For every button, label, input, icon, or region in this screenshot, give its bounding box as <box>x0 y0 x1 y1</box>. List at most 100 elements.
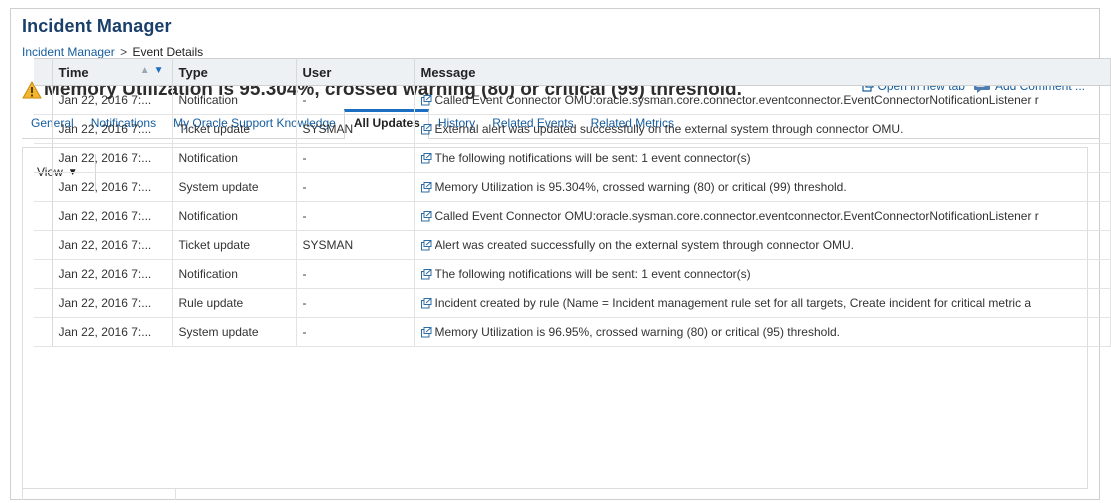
cell-user: - <box>296 85 415 115</box>
table-header-row: Time ▲ ▼ Type User Message <box>34 58 1111 86</box>
breadcrumb: Incident Manager > Event Details <box>22 45 203 59</box>
message-content: Memory Utilization is 95.304%, crossed w… <box>420 180 1110 194</box>
row-selector[interactable] <box>34 85 53 115</box>
sort-ascending-icon[interactable]: ▲ <box>140 65 150 76</box>
detail-link-icon[interactable] <box>420 326 432 338</box>
table-row[interactable]: Jan 22, 2016 7:... Notification - The follo… <box>34 259 1111 289</box>
cell-type: Notification <box>172 259 297 289</box>
cell-message: Called Event Connector OMU:oracle.sysman… <box>414 201 1111 231</box>
footer-divider <box>175 489 176 500</box>
cell-user: SYSMAN <box>296 114 415 144</box>
cell-user: - <box>296 288 415 318</box>
breadcrumb-separator: > <box>120 45 128 59</box>
detail-link-icon[interactable] <box>420 210 432 222</box>
cell-user: SYSMAN <box>296 230 415 260</box>
message-content: Called Event Connector OMU:oracle.sysman… <box>420 209 1110 223</box>
message-content: The following notifications will be sent… <box>420 267 1110 281</box>
cell-time: Jan 22, 2016 7:... <box>52 317 173 347</box>
row-selector[interactable] <box>34 172 53 202</box>
column-header-message[interactable]: Message <box>414 58 1111 86</box>
row-selector[interactable] <box>34 259 53 289</box>
cell-user: - <box>296 259 415 289</box>
message-text: Called Event Connector OMU:oracle.sysman… <box>434 209 1039 223</box>
sort-controls: ▲ ▼ <box>140 65 164 76</box>
message-text: Called Event Connector OMU:oracle.sysman… <box>434 93 1039 107</box>
table-row[interactable]: Jan 22, 2016 7:... Ticket update SYSMAN Ext… <box>34 114 1111 144</box>
cell-message: The following notifications will be sent… <box>414 259 1111 289</box>
row-selector[interactable] <box>34 114 53 144</box>
cell-message: Incident created by rule (Name = Inciden… <box>414 288 1111 318</box>
column-header-user[interactable]: User <box>296 58 415 86</box>
table-row[interactable]: Jan 22, 2016 7:... System update - Memory U… <box>34 172 1111 202</box>
detail-link-icon[interactable] <box>420 94 432 106</box>
message-text: The following notifications will be sent… <box>434 151 751 165</box>
row-selector[interactable] <box>34 230 53 260</box>
column-header-time-label: Time <box>58 64 89 80</box>
message-text: Memory Utilization is 96.95%, crossed wa… <box>434 325 841 339</box>
updates-table: Time ▲ ▼ Type User Message Jan 22, 2016 … <box>34 58 1111 347</box>
message-content: External alert was updated successfully … <box>420 122 1110 136</box>
cell-time: Jan 22, 2016 7:... <box>52 230 173 260</box>
table-row[interactable]: Jan 22, 2016 7:... Rule update - Incident c… <box>34 288 1111 318</box>
message-content: Incident created by rule (Name = Inciden… <box>420 296 1110 310</box>
detail-link-icon[interactable] <box>420 152 432 164</box>
cell-time: Jan 22, 2016 7:... <box>52 85 173 115</box>
table-row[interactable]: Jan 22, 2016 7:... Ticket update SYSMAN Ale… <box>34 230 1111 260</box>
table-row[interactable]: Jan 22, 2016 7:... Notification - The follo… <box>34 143 1111 173</box>
detail-link-icon[interactable] <box>420 268 432 280</box>
cell-type: Notification <box>172 201 297 231</box>
cell-time: Jan 22, 2016 7:... <box>52 288 173 318</box>
cell-type: System update <box>172 172 297 202</box>
column-header-time[interactable]: Time ▲ ▼ <box>52 58 173 86</box>
message-content: Memory Utilization is 96.95%, crossed wa… <box>420 325 1110 339</box>
cell-message: Called Event Connector OMU:oracle.sysman… <box>414 85 1111 115</box>
sort-descending-icon[interactable]: ▼ <box>154 65 164 76</box>
cell-type: System update <box>172 317 297 347</box>
detail-link-icon[interactable] <box>420 297 432 309</box>
cell-type: Ticket update <box>172 114 297 144</box>
breadcrumb-link-incident-manager[interactable]: Incident Manager <box>22 45 115 59</box>
cell-user: - <box>296 317 415 347</box>
cell-user: - <box>296 201 415 231</box>
message-text: Alert was created successfully on the ex… <box>434 238 855 252</box>
message-content: Called Event Connector OMU:oracle.sysman… <box>420 93 1110 107</box>
cell-user: - <box>296 143 415 173</box>
row-selector[interactable] <box>34 143 53 173</box>
cell-time: Jan 22, 2016 7:... <box>52 143 173 173</box>
cell-type: Rule update <box>172 288 297 318</box>
cell-message: Memory Utilization is 96.95%, crossed wa… <box>414 317 1111 347</box>
column-header-type[interactable]: Type <box>172 58 297 86</box>
row-selector[interactable] <box>34 201 53 231</box>
cell-time: Jan 22, 2016 7:... <box>52 259 173 289</box>
message-text: The following notifications will be sent… <box>434 267 751 281</box>
cell-type: Notification <box>172 85 297 115</box>
row-selector[interactable] <box>34 317 53 347</box>
cell-message: External alert was updated successfully … <box>414 114 1111 144</box>
page-title: Incident Manager <box>22 16 172 36</box>
message-text: Incident created by rule (Name = Inciden… <box>434 296 1032 310</box>
cell-message: Memory Utilization is 95.304%, crossed w… <box>414 172 1111 202</box>
cell-user: - <box>296 172 415 202</box>
cell-time: Jan 22, 2016 7:... <box>52 201 173 231</box>
detail-link-icon[interactable] <box>420 239 432 251</box>
cell-message: The following notifications will be sent… <box>414 143 1111 173</box>
row-selector-header <box>34 58 53 86</box>
message-content: Alert was created successfully on the ex… <box>420 238 1110 252</box>
cell-type: Ticket update <box>172 230 297 260</box>
message-text: External alert was updated successfully … <box>434 122 904 136</box>
row-selector[interactable] <box>34 288 53 318</box>
table-row[interactable]: Jan 22, 2016 7:... System update - Memory U… <box>34 317 1111 347</box>
cell-message: Alert was created successfully on the ex… <box>414 230 1111 260</box>
event-details-page: Incident Manager Incident Manager > Even… <box>10 8 1111 500</box>
table-row[interactable]: Jan 22, 2016 7:... Notification - Called Ev… <box>34 201 1111 231</box>
cell-time: Jan 22, 2016 7:... <box>52 172 173 202</box>
updates-table-body: Jan 22, 2016 7:... Notification - Called Ev… <box>34 85 1111 347</box>
panel-footer <box>22 489 1089 500</box>
message-content: The following notifications will be sent… <box>420 151 1110 165</box>
breadcrumb-current: Event Details <box>132 45 204 59</box>
detail-link-icon[interactable] <box>420 123 432 135</box>
detail-link-icon[interactable] <box>420 181 432 193</box>
table-row[interactable]: Jan 22, 2016 7:... Notification - Called Ev… <box>34 85 1111 115</box>
cell-type: Notification <box>172 143 297 173</box>
cell-time: Jan 22, 2016 7:... <box>52 114 173 144</box>
